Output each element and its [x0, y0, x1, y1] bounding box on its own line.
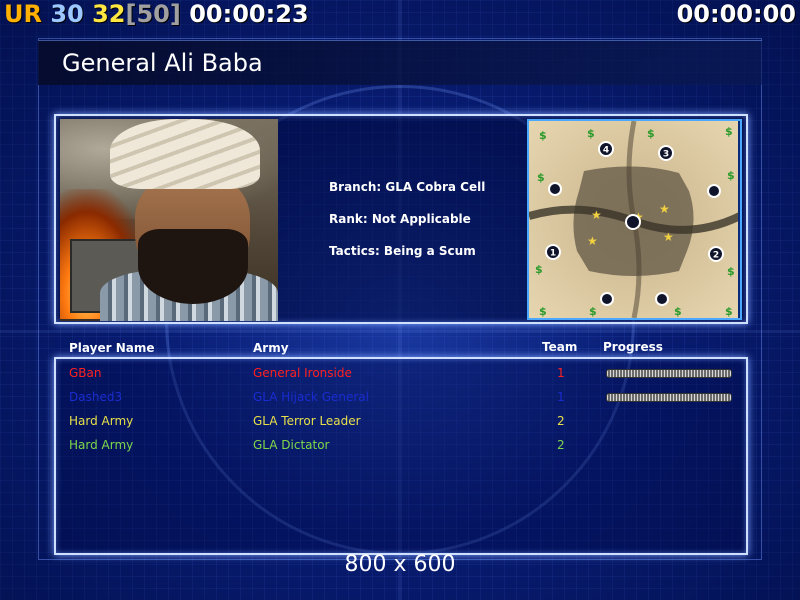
header-player-name: Player Name [69, 341, 155, 355]
general-rank: Rank: Not Applicable [329, 212, 471, 226]
minimap-terrain: $ $ $ $ $ $ $ $ $ $ $ $ ★ ★ ★ ★ ★ ★ [529, 121, 740, 318]
minimap-money-icon: $ [727, 265, 735, 278]
player-army: GLA Dictator [253, 438, 330, 452]
header-army: Army [253, 341, 289, 355]
minimap-start-1: 1 [550, 249, 556, 259]
minimap-start-3: 3 [663, 150, 669, 160]
page-title: General Ali Baba [62, 49, 263, 77]
player-name: Hard Army [69, 438, 134, 452]
portrait-turban [110, 119, 260, 189]
player-army: GLA Hijack General [253, 390, 369, 404]
hud-count-a: 30 [50, 0, 84, 28]
header-team: Team [542, 340, 578, 354]
hud-counter: UR 30 32[50] 00:00:23 [4, 0, 309, 30]
player-progress-bar [606, 369, 732, 378]
title-bar: General Ali Baba [38, 40, 762, 85]
minimap-edge [738, 121, 740, 318]
minimap: $ $ $ $ $ $ $ $ $ $ $ $ ★ ★ ★ ★ ★ ★ [527, 119, 742, 320]
minimap-money-icon: $ [647, 127, 655, 140]
player-team: 1 [557, 390, 565, 404]
minimap-star-icon: ★ [587, 234, 598, 248]
minimap-money-icon: $ [589, 305, 597, 318]
minimap-star-icon: ★ [663, 230, 674, 244]
general-branch: Branch: GLA Cobra Cell [329, 180, 486, 194]
minimap-start-4: 4 [603, 146, 609, 156]
resolution-label: 800 x 600 [344, 552, 456, 577]
minimap-money-icon: $ [725, 305, 733, 318]
players-panel [54, 357, 748, 555]
general-tactics: Tactics: Being a Scum [329, 244, 476, 258]
player-army: GLA Terror Leader [253, 414, 361, 428]
minimap-money-icon: $ [674, 305, 682, 318]
minimap-money-icon: $ [539, 129, 547, 142]
minimap-money-icon: $ [727, 169, 735, 182]
minimap-start-2: 2 [713, 251, 719, 261]
hud-timer-left: 00:00:23 [189, 0, 309, 28]
general-portrait [60, 119, 278, 321]
player-team: 2 [557, 438, 565, 452]
player-name: Dashed3 [69, 390, 123, 404]
minimap-money-icon: $ [587, 127, 595, 140]
hud-timer-right: 00:00:00 [676, 0, 796, 28]
hud-count-max: [50] [125, 0, 181, 28]
minimap-money-icon: $ [537, 171, 545, 184]
hud-count-b: 32 [92, 0, 126, 28]
player-team: 2 [557, 414, 565, 428]
player-team: 1 [557, 366, 565, 380]
minimap-money-icon: $ [725, 125, 733, 138]
minimap-star-icon: ★ [659, 202, 670, 216]
minimap-star-icon: ★ [591, 208, 602, 222]
hud-label: UR [4, 0, 42, 28]
player-name: GBan [69, 366, 102, 380]
player-army: General Ironside [253, 366, 352, 380]
header-progress: Progress [603, 340, 663, 354]
player-name: Hard Army [69, 414, 134, 428]
minimap-money-icon: $ [539, 305, 547, 318]
portrait-beard [138, 229, 248, 304]
minimap-money-icon: $ [535, 263, 543, 276]
player-progress-bar [606, 393, 732, 402]
